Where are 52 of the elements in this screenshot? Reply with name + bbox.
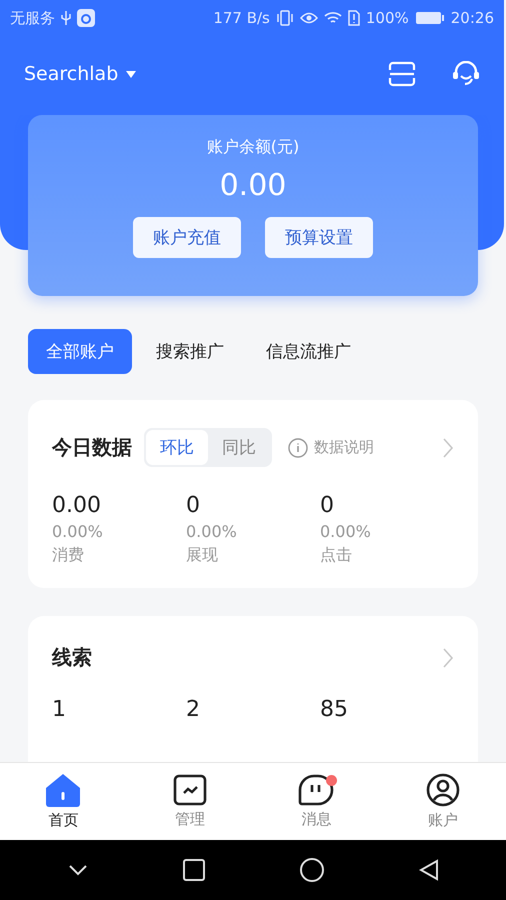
user-icon bbox=[426, 773, 460, 807]
comparison-option[interactable]: 同比 bbox=[208, 430, 270, 465]
metric-change: 0.00% bbox=[52, 522, 104, 541]
nav-tab[interactable]: 消息 bbox=[253, 763, 380, 840]
metric-change: 0.00% bbox=[186, 522, 238, 541]
scan-button[interactable] bbox=[388, 61, 416, 87]
battery-icon bbox=[414, 11, 445, 25]
data-info-link[interactable]: 数据说明 bbox=[288, 438, 374, 458]
card-title: 线索 bbox=[52, 644, 92, 671]
caret-icon bbox=[126, 70, 136, 78]
recharge-button[interactable]: 账户充值 bbox=[133, 217, 241, 258]
metric-label: 展现 bbox=[186, 545, 219, 566]
usb-icon bbox=[61, 10, 71, 26]
collapse-button[interactable] bbox=[68, 864, 88, 876]
budget-button[interactable]: 预算设置 bbox=[265, 217, 373, 258]
battery-percent-text: 100% bbox=[366, 9, 409, 27]
metric-value: 0 bbox=[320, 493, 335, 518]
network-speed-text: 177 B/s bbox=[213, 9, 270, 27]
recents-button[interactable] bbox=[182, 859, 204, 881]
back-button[interactable] bbox=[418, 859, 438, 881]
nav-tab[interactable]: 账户 bbox=[380, 763, 506, 840]
account-tab[interactable]: 全部账户 bbox=[28, 329, 132, 374]
message-icon bbox=[298, 774, 334, 806]
account-tab[interactable]: 信息流推广 bbox=[248, 329, 369, 374]
lead-count: 85 bbox=[320, 697, 349, 722]
nav-tab[interactable]: 首页 bbox=[0, 763, 126, 840]
balance-label: 账户余额(元) bbox=[206, 137, 300, 158]
comparison-option[interactable]: 环比 bbox=[146, 430, 208, 465]
chart-icon bbox=[172, 774, 207, 806]
customer-service-button[interactable] bbox=[452, 61, 480, 87]
info-icon bbox=[288, 438, 308, 458]
account-tab[interactable]: 搜索推广 bbox=[138, 329, 242, 374]
home-button[interactable] bbox=[300, 858, 324, 882]
app-notification-icon bbox=[77, 9, 95, 27]
account-switcher[interactable]: Searchlab bbox=[24, 63, 136, 85]
metric-value: 0.00 bbox=[52, 493, 102, 518]
lead-count: 2 bbox=[186, 697, 201, 722]
vibrate-icon bbox=[276, 10, 294, 26]
carrier-text: 无服务 bbox=[10, 8, 55, 28]
metric-change: 0.00% bbox=[320, 522, 372, 541]
clock-text: 20:26 bbox=[450, 9, 494, 27]
metric-label: 消费 bbox=[52, 545, 85, 566]
wifi-icon bbox=[324, 11, 342, 25]
card-title: 今日数据 bbox=[52, 434, 132, 461]
nav-tab[interactable]: 管理 bbox=[126, 763, 253, 840]
sim-alert-icon bbox=[348, 10, 360, 26]
eye-icon bbox=[300, 11, 318, 25]
metric-label: 点击 bbox=[320, 545, 353, 566]
home-icon bbox=[45, 773, 82, 807]
lead-count: 1 bbox=[52, 697, 67, 722]
balance-amount: 0.00 bbox=[220, 168, 286, 203]
metric-value: 0 bbox=[186, 493, 201, 518]
